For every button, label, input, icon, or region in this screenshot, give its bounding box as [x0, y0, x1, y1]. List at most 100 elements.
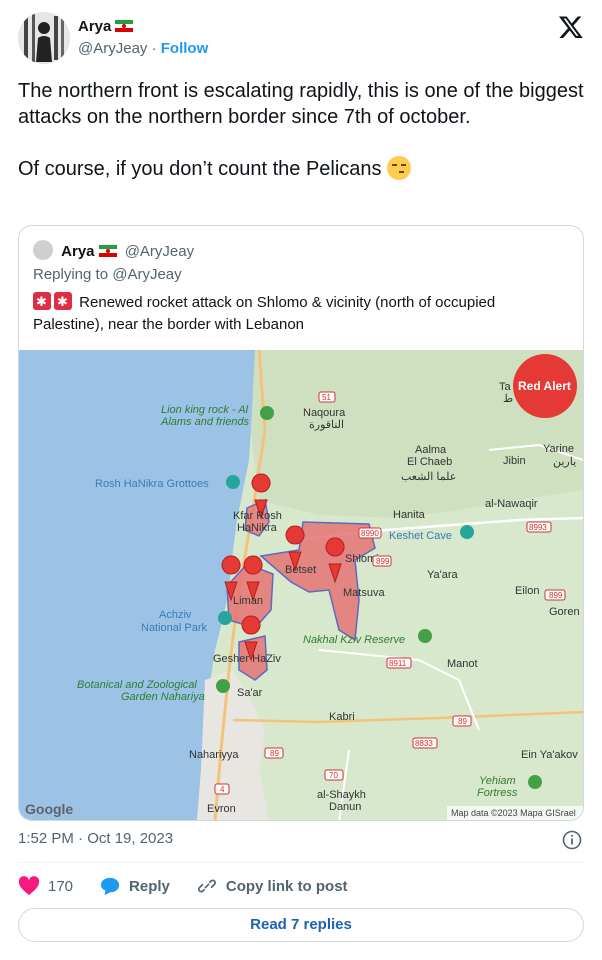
author-name[interactable]: Arya [78, 18, 134, 35]
author-handle-line: @AryJeay · Follow [78, 40, 208, 57]
map-label: Goren [549, 606, 580, 618]
map-label: Botanical and Zoological [77, 679, 197, 691]
map-label: Ein Ya'akov [521, 749, 578, 761]
read-replies-button[interactable]: Read 7 replies [18, 908, 584, 942]
map-label: Kabri [329, 711, 355, 723]
map-label: Rosh HaNikra Grottoes [95, 478, 209, 490]
map-label: al-Nawaqir [485, 498, 538, 510]
like-count: 170 [48, 877, 74, 895]
tweet-timestamp[interactable]: 1:52 PM · Oct 19, 2023 [18, 830, 173, 847]
map-label: Naqoura [303, 407, 346, 419]
road-badge: 51 [322, 393, 331, 402]
map-label: Hanita [393, 509, 426, 521]
alert-map: Lion king rock - Al Alams and friends Na… [19, 350, 583, 820]
follow-button[interactable]: Follow [161, 40, 209, 57]
road-badge: 70 [329, 771, 338, 780]
tweet-header: Arya @AryJeay · Follow [18, 12, 584, 66]
iran-flag-icon [98, 245, 117, 257]
poi-park-icon [260, 406, 274, 420]
map-label: Eilon [515, 585, 539, 597]
google-logo: Google [25, 801, 73, 817]
map-label: Kfar Rosh [233, 510, 282, 522]
red-alert-label: Red Alert [518, 379, 571, 393]
quote-text: Renewed rocket attack on Shlomo & vicini… [33, 291, 569, 336]
quote-header: Arya @AryJeay [33, 240, 194, 260]
divider [18, 862, 584, 863]
map-label: Achziv [159, 609, 192, 621]
map-label: Alams and friends [160, 416, 250, 428]
map-label: Matsuva [343, 587, 385, 599]
tweet-paragraph-1: The northern front is escalating rapidly… [18, 80, 584, 128]
road-badge: 4 [220, 785, 225, 794]
tweet-paragraph-2-text: Of course, if you don’t count the Pelica… [18, 158, 382, 180]
map-label: Nahariyya [189, 749, 239, 761]
quoted-tweet[interactable]: Arya @AryJeay Replying to @AryJeay Renew… [18, 225, 584, 821]
quote-author-handle: @AryJeay [124, 243, 195, 260]
road-badge: 89 [458, 717, 467, 726]
info-icon[interactable] [562, 830, 582, 850]
tweet-paragraph-2: Of course, if you don’t count the Pelica… [18, 156, 584, 182]
map-attribution: Map data ©2023 Mapa GISrael [451, 808, 576, 818]
road-badge: 8833 [415, 739, 433, 748]
map-label: Evron [207, 803, 236, 815]
map-label: Betset [285, 564, 316, 576]
road-badge: 899 [376, 557, 390, 566]
quote-avatar [33, 240, 53, 260]
heart-icon [18, 876, 40, 896]
map-label: الناقورة [309, 419, 344, 431]
map-label: Danun [329, 801, 361, 813]
road-badge: 8990 [361, 529, 379, 538]
map-label: Liman [233, 595, 263, 607]
map-label: ط [503, 393, 513, 405]
map-label: Yarine [543, 443, 574, 455]
map-label: Garden Nahariya [121, 691, 205, 703]
map-label: HaNikra [237, 522, 278, 534]
author-avatar[interactable] [18, 12, 70, 64]
map-label: Fortress [477, 787, 518, 799]
map-label: Nakhal Kziv Reserve [303, 634, 405, 646]
separator-dot: · [151, 40, 157, 57]
map-label: Sa'ar [237, 687, 263, 699]
map-label: National Park [141, 622, 208, 634]
map-label: Lion king rock - Al [161, 404, 249, 416]
map-label: يارين [553, 456, 576, 468]
map-label: Aalma [415, 444, 447, 456]
road-badge: 8911 [389, 659, 407, 668]
map-label: Jibin [503, 455, 526, 467]
road-badge: 899 [549, 591, 563, 600]
reply-bubble-icon [100, 877, 120, 896]
x-logo-icon[interactable] [558, 14, 584, 40]
quote-author-name: Arya [61, 243, 95, 260]
poi-garden-icon [216, 679, 230, 693]
map-label: Ta [499, 381, 512, 393]
reply-label: Reply [129, 877, 170, 895]
map-label: Gesher HaZiv [213, 653, 281, 665]
siren-emoji-icon [33, 291, 51, 313]
quote-text-content: Renewed rocket attack on Shlomo & vicini… [33, 294, 496, 333]
poi-reserve-icon [418, 629, 432, 643]
map-label: Ya'ara [427, 569, 459, 581]
copy-link-label: Copy link to post [225, 877, 348, 895]
reply-button[interactable]: Reply [99, 876, 170, 896]
like-button[interactable]: 170 [18, 876, 73, 896]
poi-achziv-icon [218, 611, 232, 625]
quote-replying-to: Replying to @AryJeay [33, 266, 182, 283]
iran-flag-icon [115, 20, 134, 32]
tweet-text: The northern front is escalating rapidly… [18, 78, 584, 208]
map-label: Manot [447, 658, 478, 670]
map-label: El Chaeb [407, 456, 452, 468]
poi-cave-icon [460, 525, 474, 539]
road-badge: 89 [270, 749, 279, 758]
author-name-text[interactable]: Arya [78, 18, 111, 35]
smirk-emoji-icon [387, 156, 412, 180]
map-label: Yehiam [479, 775, 516, 787]
poi-fortress-icon [528, 775, 542, 789]
copy-link-button[interactable]: Copy link to post [196, 876, 348, 896]
link-icon [197, 879, 216, 893]
action-bar: 170 Reply Copy link to post [18, 874, 374, 898]
poi-grotto-icon [226, 475, 240, 489]
map-label: Keshet Cave [389, 530, 452, 542]
author-handle[interactable]: @AryJeay [78, 40, 147, 57]
map-label: علما الشعب [401, 471, 456, 483]
siren-emoji-icon [54, 291, 72, 313]
